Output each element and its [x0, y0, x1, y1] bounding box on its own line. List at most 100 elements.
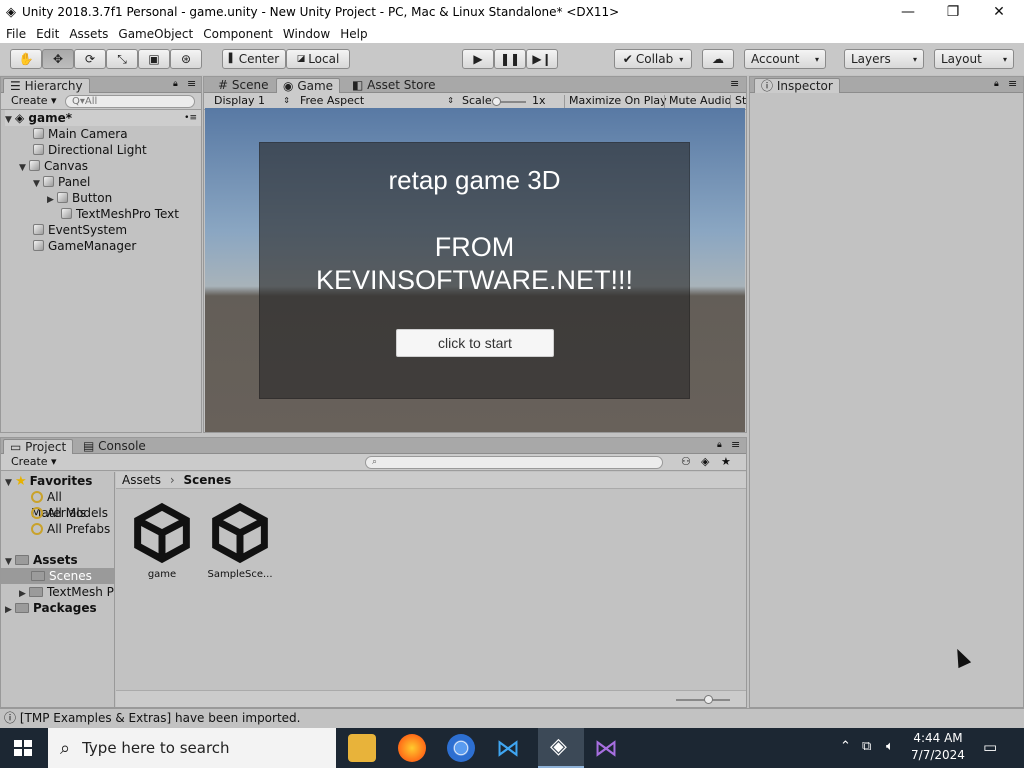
lock-icon[interactable]: 🔒︎ — [994, 79, 999, 89]
hierarchy-item-main-camera[interactable]: Main Camera — [33, 126, 128, 142]
unity-taskbar-icon[interactable]: ◈ — [538, 728, 584, 768]
hierarchy-item-button[interactable]: ▶ Button — [47, 190, 112, 206]
gameobject-icon — [61, 208, 72, 219]
hierarchy-item-textmeshpro-text[interactable]: TextMeshPro Text — [61, 206, 179, 222]
folder-textmesh-pro[interactable]: ▶ TextMesh P — [19, 584, 114, 600]
network-icon[interactable]: ⧉ — [862, 739, 871, 754]
taskbar-search-input[interactable]: ⌕ Type here to search — [48, 728, 336, 768]
breadcrumb-scenes[interactable]: Scenes — [184, 473, 232, 487]
aspect-dropdown[interactable]: Free Aspect ⇕ — [296, 95, 456, 108]
pivot-local-button[interactable]: ◪ Local — [286, 49, 350, 69]
scale-slider[interactable] — [492, 97, 526, 106]
status-message[interactable]: [TMP Examples & Extras] have been import… — [20, 711, 301, 725]
rotate-tool-icon[interactable]: ⟳ — [74, 49, 106, 69]
hierarchy-create-button[interactable]: Create ▾ — [7, 95, 61, 108]
menu-file[interactable]: File — [5, 27, 27, 41]
gameobject-icon — [33, 144, 44, 155]
favorite-all-models[interactable]: All Models — [31, 505, 108, 521]
scene-root[interactable]: ▼ ◈ game* •≡ — [5, 110, 201, 126]
mute-audio-toggle[interactable]: Mute Audio — [664, 95, 735, 108]
project-create-button[interactable]: Create ▾ — [7, 456, 61, 469]
menu-help[interactable]: Help — [339, 27, 368, 41]
center-icon: ▌ — [228, 54, 236, 64]
file-explorer-icon[interactable] — [348, 734, 376, 762]
rect-tool-icon[interactable]: ▣ — [138, 49, 170, 69]
maximize-on-play-toggle[interactable]: Maximize On Play — [564, 95, 671, 108]
lock-icon[interactable]: 🔒︎ — [717, 440, 722, 450]
tab-inspector[interactable]: ⓘ Inspector — [754, 78, 840, 93]
panel-menu-icon[interactable]: ≡ — [731, 438, 740, 451]
maximize-button[interactable]: ❐ — [930, 0, 976, 24]
filter-label-icon[interactable]: ◈ — [697, 456, 713, 469]
pivot-center-button[interactable]: ▌ Center — [222, 49, 286, 69]
windows-start-icon[interactable] — [14, 740, 32, 756]
stats-toggle[interactable]: St — [730, 95, 750, 108]
menu-window[interactable]: Window — [282, 27, 331, 41]
layers-dropdown[interactable]: Layers ▾ — [844, 49, 924, 69]
windows-taskbar: ⌕ Type here to search ⋈ ◈ ⋈ ⌃ ⧉ 🔈︎ 4:44 … — [0, 728, 1024, 768]
taskbar-time[interactable]: 4:44 AM — [906, 731, 970, 745]
folder-icon — [15, 603, 29, 613]
account-dropdown[interactable]: Account ▾ — [744, 49, 826, 69]
minimize-button[interactable]: — — [885, 0, 931, 24]
game-viewport[interactable]: retap game 3D FROM KEVINSOFTWARE.NET!!! … — [205, 108, 745, 432]
close-button[interactable]: ✕ — [976, 0, 1022, 24]
lock-icon[interactable]: 🔒︎ — [173, 79, 178, 89]
tab-hierarchy[interactable]: ☰ Hierarchy — [3, 78, 90, 93]
project-search-input[interactable]: ⌕ — [365, 456, 663, 469]
favorite-all-prefabs[interactable]: All Prefabs — [31, 521, 110, 537]
menu-gameobject[interactable]: GameObject — [117, 27, 194, 41]
step-button[interactable]: ▶❙ — [526, 49, 558, 69]
tab-scene[interactable]: # Scene — [212, 78, 274, 93]
move-tool-icon[interactable]: ✥ — [42, 49, 74, 69]
favorite-star-icon[interactable]: ★ — [717, 456, 735, 469]
hand-tool-icon[interactable]: ✋ — [10, 49, 42, 69]
notification-icon[interactable]: ▭ — [983, 738, 997, 756]
scale-tool-icon[interactable]: ⤡ — [106, 49, 138, 69]
menu-assets[interactable]: Assets — [68, 27, 109, 41]
unity-scene-icon: ◈ — [15, 111, 25, 125]
game-credit-text: FROM KEVINSOFTWARE.NET!!! — [315, 232, 634, 295]
pause-button[interactable]: ❚❚ — [494, 49, 526, 69]
visual-studio-icon[interactable]: ⋈ — [594, 734, 622, 762]
collab-button[interactable]: ✔ Collab ▾ — [614, 49, 692, 69]
menu-edit[interactable]: Edit — [35, 27, 60, 41]
play-button[interactable]: ▶ — [462, 49, 494, 69]
breadcrumb-assets[interactable]: Assets — [122, 473, 161, 487]
cloud-icon[interactable]: ☁ — [702, 49, 734, 69]
start-button[interactable]: click to start — [396, 329, 554, 357]
hierarchy-item-gamemanager[interactable]: GameManager — [33, 238, 136, 254]
packages-root[interactable]: ▶ Packages — [5, 600, 97, 616]
favorites-root[interactable]: ▼ ★ Favorites — [5, 473, 92, 489]
panel-menu-icon[interactable]: ≡ — [187, 77, 196, 90]
volume-muted-icon[interactable]: 🔈︎ — [886, 739, 894, 754]
assets-root[interactable]: ▼ Assets — [5, 552, 78, 568]
firefox-icon[interactable] — [398, 734, 426, 762]
hierarchy-item-eventsystem[interactable]: EventSystem — [33, 222, 127, 238]
hierarchy-search-input[interactable]: Q▾All — [65, 95, 195, 108]
favorite-all-materials[interactable]: All Materials — [31, 489, 114, 520]
folder-scenes[interactable]: Scenes — [1, 568, 114, 584]
hierarchy-item-directional-light[interactable]: Directional Light — [33, 142, 147, 158]
taskbar-date[interactable]: 7/7/2024 — [906, 748, 970, 762]
gameobject-icon — [57, 192, 68, 203]
tab-console[interactable]: ▤ Console — [77, 439, 152, 454]
visual-studio-code-icon[interactable]: ⋈ — [496, 734, 524, 762]
icon-size-slider[interactable] — [676, 695, 730, 704]
transform-tool-icon[interactable]: ⊛ — [170, 49, 202, 69]
tab-asset-store[interactable]: ◧ Asset Store — [346, 78, 442, 93]
asset-scene-game[interactable]: game — [129, 502, 195, 582]
filter-type-icon[interactable]: ⚇ — [677, 456, 695, 469]
panel-menu-icon[interactable]: ≡ — [730, 77, 739, 90]
menu-component[interactable]: Component — [202, 27, 274, 41]
hierarchy-item-canvas[interactable]: ▼ Canvas — [19, 158, 88, 174]
display-dropdown[interactable]: Display 1 ⇕ — [210, 95, 292, 108]
tab-project[interactable]: ▭ Project — [3, 439, 74, 454]
chrome-icon[interactable] — [447, 734, 475, 762]
layout-dropdown[interactable]: Layout ▾ — [934, 49, 1014, 69]
hierarchy-item-panel[interactable]: ▼ Panel — [33, 174, 90, 190]
chevron-up-icon[interactable]: ⌃ — [840, 739, 851, 754]
panel-menu-icon[interactable]: ≡ — [1008, 77, 1017, 90]
asset-scene-sample[interactable]: SampleSce... — [205, 502, 275, 582]
tab-game[interactable]: ◉ Game — [276, 78, 341, 93]
